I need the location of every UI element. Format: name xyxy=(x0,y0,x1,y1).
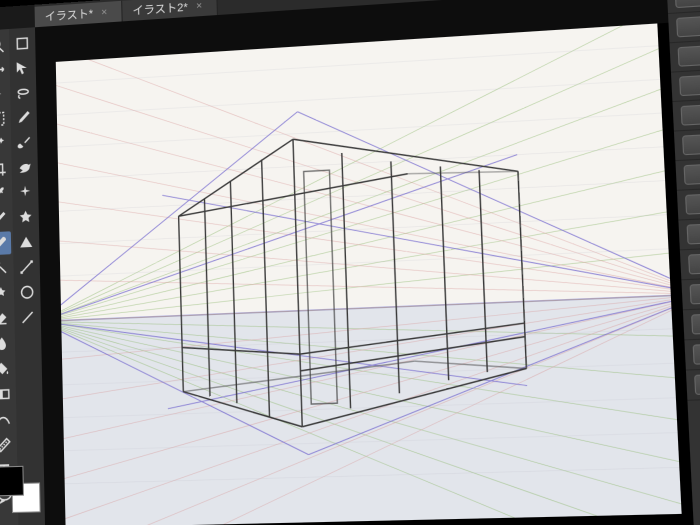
panel-tab[interactable] xyxy=(672,99,700,132)
tab-label: イラスト2* xyxy=(132,0,188,19)
panel-tab[interactable] xyxy=(686,369,700,401)
sub-pen-icon[interactable] xyxy=(12,105,34,129)
canvas-viewport[interactable] xyxy=(35,0,695,525)
gradient-icon[interactable] xyxy=(0,382,14,406)
canvas[interactable] xyxy=(56,23,682,525)
wand-icon[interactable] xyxy=(0,132,9,156)
panel-tab[interactable] xyxy=(670,40,700,73)
contour-icon[interactable] xyxy=(0,408,15,432)
panel-tab[interactable] xyxy=(668,10,700,43)
perspective-grid xyxy=(56,23,682,525)
sub-select-icon[interactable] xyxy=(12,56,34,80)
eraser-icon[interactable] xyxy=(0,307,13,331)
sub-line-icon[interactable] xyxy=(16,305,39,329)
sub-bird-icon[interactable] xyxy=(13,155,36,179)
close-icon[interactable]: × xyxy=(196,0,202,12)
panel-tab[interactable] xyxy=(678,218,700,251)
panel-tab[interactable] xyxy=(683,308,700,340)
panel-tab[interactable] xyxy=(671,69,700,102)
fill-icon[interactable] xyxy=(0,357,14,381)
panel-tab[interactable] xyxy=(674,129,700,162)
sub-circle-icon[interactable] xyxy=(16,280,39,304)
sub-sparkle-icon[interactable] xyxy=(14,180,37,204)
panel-tab[interactable] xyxy=(680,248,700,280)
sub-move-icon[interactable] xyxy=(11,31,33,55)
foreground-color[interactable] xyxy=(0,466,24,497)
blend-icon[interactable] xyxy=(0,332,13,356)
panel-tab[interactable] xyxy=(684,338,700,370)
sub-triangle-icon[interactable] xyxy=(15,230,38,254)
crop-icon[interactable] xyxy=(0,157,10,181)
panel-tab[interactable] xyxy=(677,188,700,221)
sub-lasso-icon[interactable] xyxy=(12,81,34,105)
app-window: イラスト* × イラスト2* × xyxy=(0,0,700,525)
sub-star-icon[interactable] xyxy=(14,205,37,229)
pen-icon[interactable] xyxy=(0,206,11,230)
eyedropper-icon[interactable] xyxy=(0,181,10,205)
magnifier-icon[interactable] xyxy=(0,33,8,57)
brush-icon[interactable] xyxy=(0,231,11,255)
sub-measure-icon[interactable] xyxy=(15,255,38,279)
decoration-icon[interactable] xyxy=(0,281,12,305)
color-swatches[interactable] xyxy=(0,465,41,513)
airbrush-icon[interactable] xyxy=(0,256,12,280)
panel-tab[interactable] xyxy=(675,158,700,191)
operation-icon[interactable] xyxy=(0,82,8,106)
ruler-icon[interactable] xyxy=(0,433,15,457)
tab-label: イラスト* xyxy=(45,5,94,25)
panel-tab[interactable] xyxy=(681,278,700,310)
close-icon[interactable]: × xyxy=(101,6,107,18)
marquee-icon[interactable] xyxy=(0,107,9,131)
sub-brush-icon[interactable] xyxy=(13,130,36,154)
move-icon[interactable] xyxy=(0,58,8,82)
